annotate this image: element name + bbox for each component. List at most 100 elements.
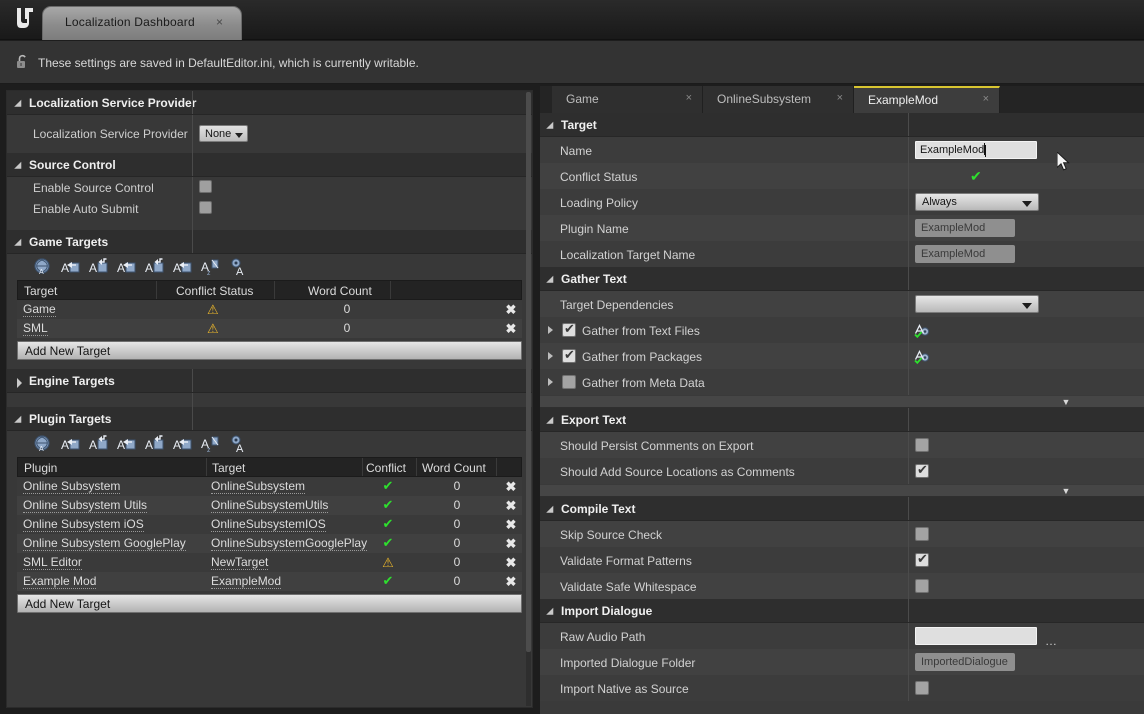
- target-tab-examplemod[interactable]: ExampleMod ×: [854, 86, 1000, 113]
- validate-safe-whitespace-checkbox[interactable]: [915, 579, 929, 593]
- column-header-target[interactable]: Target: [212, 461, 245, 475]
- chevron-right-icon[interactable]: [548, 378, 553, 386]
- section-header-compile-text[interactable]: Compile Text: [540, 497, 1144, 521]
- delete-target-button[interactable]: ✖: [504, 536, 518, 552]
- target-link[interactable]: NewTarget: [211, 555, 269, 570]
- localization-service-provider-dropdown[interactable]: None: [199, 125, 249, 142]
- export-text-icon[interactable]: A: [89, 257, 109, 277]
- column-header-plugin[interactable]: Plugin: [24, 461, 57, 475]
- delete-target-button[interactable]: ✖: [504, 498, 518, 514]
- tab-close-icon[interactable]: ×: [686, 92, 692, 104]
- left-panel-scrollbar[interactable]: [526, 92, 531, 706]
- import-dialogue-icon[interactable]: A: [173, 257, 193, 277]
- target-link[interactable]: OnlineSubsystemUtils: [211, 498, 329, 513]
- table-row[interactable]: Online Subsystem GooglePlay OnlineSubsyst…: [17, 534, 522, 553]
- table-row[interactable]: Example Mod ExampleMod ✔ 0 ✖: [17, 572, 522, 591]
- plugin-link[interactable]: SML Editor: [23, 555, 82, 570]
- add-new-target-button-plugin[interactable]: Add New Target: [17, 594, 522, 613]
- export-dialogue-icon[interactable]: A: [145, 257, 165, 277]
- delete-target-button[interactable]: ✖: [504, 321, 518, 337]
- plugin-link[interactable]: Online Subsystem GooglePlay: [23, 536, 186, 551]
- column-header-target[interactable]: Target: [24, 284, 57, 298]
- validate-format-patterns-checkbox[interactable]: [915, 551, 929, 567]
- target-link[interactable]: ExampleMod: [211, 574, 282, 589]
- plugin-link[interactable]: Online Subsystem Utils: [23, 498, 148, 513]
- plugin-link[interactable]: Online Subsystem iOS: [23, 517, 144, 532]
- chevron-double-down-icon[interactable]: ▼: [1058, 398, 1074, 407]
- target-link[interactable]: OnlineSubsystemIOS: [211, 517, 326, 532]
- target-tab-game[interactable]: Game ×: [552, 86, 703, 113]
- delete-target-button[interactable]: ✖: [504, 574, 518, 590]
- plugin-link[interactable]: Example Mod: [23, 574, 97, 589]
- compile-text-icon[interactable]: A z: [201, 257, 221, 277]
- section-header-engine-targets[interactable]: Engine Targets: [7, 369, 532, 393]
- app-tab-close-icon[interactable]: ×: [216, 15, 223, 29]
- target-link[interactable]: SML: [23, 321, 48, 336]
- gather-from-text-files-checkbox[interactable]: [562, 321, 576, 337]
- gather-settings-icon[interactable]: [913, 347, 931, 365]
- target-link[interactable]: OnlineSubsystem: [211, 479, 306, 494]
- import-dialogue-icon[interactable]: A: [173, 434, 193, 454]
- compile-text-icon[interactable]: A z: [201, 434, 221, 454]
- gather-from-meta-data-checkbox[interactable]: [562, 375, 576, 389]
- name-input[interactable]: ExampleMod: [915, 141, 1037, 159]
- plugin-link[interactable]: Online Subsystem: [23, 479, 121, 494]
- table-row[interactable]: Online Subsystem iOS OnlineSubsystemIOS ✔ 0…: [17, 515, 522, 534]
- table-row[interactable]: Online Subsystem OnlineSubsystem ✔ 0 ✖: [17, 477, 522, 496]
- import-text-icon[interactable]: A: [117, 257, 137, 277]
- section-header-export-text[interactable]: Export Text: [540, 408, 1144, 432]
- tab-close-icon[interactable]: ×: [837, 92, 843, 104]
- gather-all-text-icon[interactable]: A: [33, 257, 53, 277]
- table-row[interactable]: Game ⚠ 0 ✖: [17, 300, 522, 319]
- column-header-word-count[interactable]: Word Count: [308, 284, 372, 298]
- scrollbar-thumb[interactable]: [526, 92, 531, 652]
- delete-target-button[interactable]: ✖: [504, 479, 518, 495]
- section-expander-export-text[interactable]: ▼: [540, 484, 1144, 497]
- tab-close-icon[interactable]: ×: [983, 93, 989, 105]
- section-header-gather-text[interactable]: Gather Text: [540, 267, 1144, 291]
- gather-text-icon[interactable]: A: [61, 434, 81, 454]
- gather-text-icon[interactable]: A: [61, 257, 81, 277]
- should-add-source-locations-as-comments-checkbox[interactable]: [915, 462, 929, 478]
- gather-all-text-icon[interactable]: A: [33, 434, 53, 454]
- app-tab-localization-dashboard[interactable]: Localization Dashboard ×: [42, 6, 242, 40]
- enable-auto-submit-checkbox[interactable]: [199, 201, 212, 215]
- browse-path-button[interactable]: …: [1045, 634, 1058, 648]
- section-header-target[interactable]: Target: [540, 113, 1144, 137]
- import-native-as-source-checkbox[interactable]: [915, 681, 929, 695]
- column-header-conflict[interactable]: Conflict: [366, 461, 406, 475]
- import-text-icon[interactable]: A: [117, 434, 137, 454]
- delete-target-button[interactable]: ✖: [504, 555, 518, 571]
- settings-text-icon[interactable]: A: [229, 257, 249, 277]
- chevron-double-down-icon[interactable]: ▼: [1058, 487, 1074, 496]
- delete-target-button[interactable]: ✖: [504, 517, 518, 533]
- target-link[interactable]: OnlineSubsystemGooglePlay: [211, 536, 368, 551]
- export-dialogue-icon[interactable]: A: [145, 434, 165, 454]
- section-header-localization-service-provider[interactable]: Localization Service Provider: [7, 91, 532, 115]
- chevron-right-icon[interactable]: [548, 326, 553, 334]
- table-row[interactable]: Online Subsystem Utils OnlineSubsystemUti…: [17, 496, 522, 515]
- table-row[interactable]: SML ⚠ 0 ✖: [17, 319, 522, 338]
- target-tab-onlinesubsystem[interactable]: OnlineSubsystem ×: [703, 86, 854, 113]
- should-persist-comments-on-export-checkbox[interactable]: [915, 438, 929, 452]
- add-new-target-button-game[interactable]: Add New Target: [17, 341, 522, 360]
- column-header-conflict-status[interactable]: Conflict Status: [176, 284, 253, 298]
- table-row[interactable]: SML Editor NewTarget ⚠ 0 ✖: [17, 553, 522, 572]
- section-expander-gather-text[interactable]: ▼: [540, 395, 1144, 408]
- section-header-source-control[interactable]: Source Control: [7, 153, 532, 177]
- skip-source-check-checkbox[interactable]: [915, 527, 929, 541]
- section-header-game-targets[interactable]: Game Targets: [7, 230, 532, 254]
- column-header-word-count[interactable]: Word Count: [422, 461, 486, 475]
- raw-audio-path-input[interactable]: [915, 627, 1037, 645]
- settings-text-icon[interactable]: A: [229, 434, 249, 454]
- chevron-right-icon[interactable]: [548, 352, 553, 360]
- gather-from-packages-checkbox[interactable]: [562, 347, 576, 363]
- enable-source-control-checkbox[interactable]: [199, 180, 212, 194]
- section-header-import-dialogue[interactable]: Import Dialogue: [540, 599, 1144, 623]
- gather-settings-icon[interactable]: [913, 321, 931, 339]
- export-text-icon[interactable]: A: [89, 434, 109, 454]
- section-header-plugin-targets[interactable]: Plugin Targets: [7, 407, 532, 431]
- target-dependencies-dropdown[interactable]: [915, 295, 1039, 313]
- target-link[interactable]: Game: [23, 302, 56, 317]
- loading-policy-dropdown[interactable]: Always: [915, 193, 1039, 211]
